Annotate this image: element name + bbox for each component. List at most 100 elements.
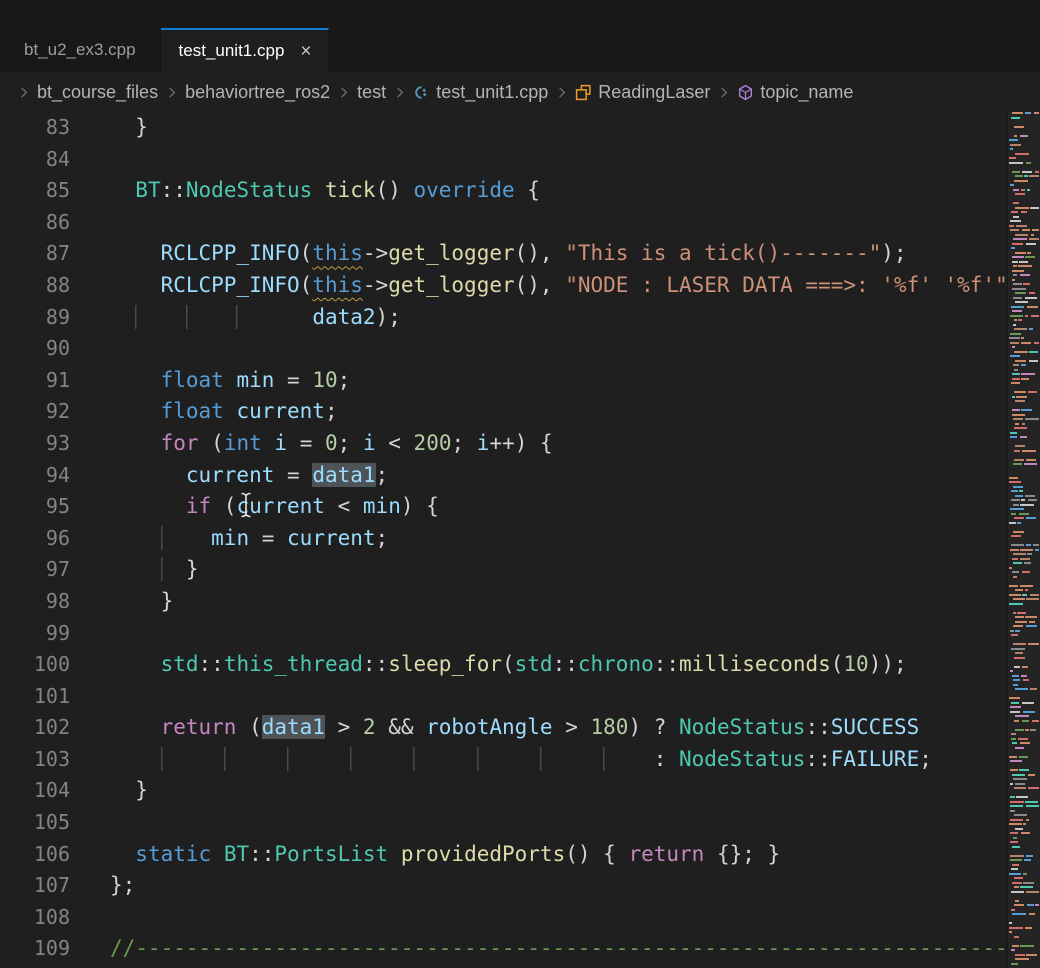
code-line[interactable]: 85 BT::NodeStatus tick() override { (0, 175, 1040, 207)
breadcrumb-item-file[interactable]: test_unit1.cpp (413, 82, 548, 103)
minimap-line (1008, 567, 1040, 569)
code-text: if (current < min) { (110, 491, 439, 523)
minimap-token (1021, 832, 1030, 834)
tab-bt-u2-ex3[interactable]: bt_u2_ex3.cpp (0, 28, 161, 72)
tab-test-unit1[interactable]: test_unit1.cpp × (161, 28, 329, 72)
code-line[interactable]: 101 (0, 681, 1040, 713)
line-number[interactable]: 90 (0, 333, 70, 365)
code-text: //--------------------------------------… (110, 933, 1040, 965)
code-line[interactable]: 105 (0, 807, 1040, 839)
code-line[interactable]: 86 (0, 207, 1040, 239)
minimap-line (1008, 432, 1040, 434)
minimap-line (1008, 342, 1040, 344)
minimap-token (1028, 787, 1039, 789)
breadcrumb-item-bt-course-files[interactable]: bt_course_files (37, 82, 158, 103)
line-number[interactable]: 107 (0, 870, 70, 902)
minimap[interactable] (1007, 112, 1040, 968)
breadcrumb-label: test_unit1.cpp (436, 82, 548, 103)
line-number[interactable]: 88 (0, 270, 70, 302)
code-line[interactable]: 108 (0, 902, 1040, 934)
breadcrumb-item-class[interactable]: ReadingLaser (575, 82, 710, 103)
minimap-token (1012, 270, 1024, 272)
minimap-token (1023, 873, 1027, 875)
line-number[interactable]: 96 (0, 523, 70, 555)
line-number[interactable]: 102 (0, 712, 70, 744)
minimap-token (1014, 369, 1018, 371)
minimap-token (1014, 720, 1019, 722)
code-line[interactable]: 102 return (data1 > 2 && robotAngle > 18… (0, 712, 1040, 744)
line-number[interactable]: 109 (0, 933, 70, 965)
breadcrumb-item-symbol[interactable]: topic_name (737, 82, 853, 103)
code-line[interactable]: 109 //-----------------------------------… (0, 933, 1040, 965)
code-line[interactable]: 83 } (0, 112, 1040, 144)
line-number[interactable]: 84 (0, 144, 70, 176)
minimap-line (1008, 958, 1040, 960)
code-line[interactable]: 97 } (0, 554, 1040, 586)
minimap-token (1010, 220, 1021, 222)
code-text: std::this_thread::sleep_for(std::chrono:… (110, 649, 907, 681)
minimap-token (1021, 211, 1027, 213)
code-line[interactable]: 95 if (current < min) { (0, 491, 1040, 523)
code-line[interactable]: 90 (0, 333, 1040, 365)
code-line[interactable]: 87 RCLCPP_INFO(this->get_logger(), "This… (0, 238, 1040, 270)
line-number[interactable]: 94 (0, 460, 70, 492)
code-line[interactable]: 99 (0, 618, 1040, 650)
line-number[interactable]: 104 (0, 775, 70, 807)
line-number[interactable]: 85 (0, 175, 70, 207)
minimap-token (1015, 783, 1025, 785)
minimap-token (1012, 112, 1023, 114)
line-number[interactable]: 89 (0, 302, 70, 334)
code-line[interactable]: 98 } (0, 586, 1040, 618)
code-line[interactable]: 88 RCLCPP_INFO(this->get_logger(), "NODE… (0, 270, 1040, 302)
line-number[interactable]: 106 (0, 839, 70, 871)
code-editor[interactable]: 83 }8485 BT::NodeStatus tick() override … (0, 112, 1040, 968)
line-number[interactable]: 86 (0, 207, 70, 239)
line-number[interactable]: 93 (0, 428, 70, 460)
minimap-token (1012, 346, 1015, 348)
line-number[interactable]: 91 (0, 365, 70, 397)
breadcrumb-item-test[interactable]: test (357, 82, 386, 103)
minimap-token (1009, 873, 1021, 875)
code-line[interactable]: 104 } (0, 775, 1040, 807)
line-number[interactable]: 95 (0, 491, 70, 523)
code-line[interactable]: 94 current = data1; (0, 460, 1040, 492)
code-line[interactable]: 100 std::this_thread::sleep_for(std::chr… (0, 649, 1040, 681)
minimap-token (1013, 837, 1017, 839)
minimap-line (1008, 891, 1040, 893)
minimap-line (1008, 279, 1040, 281)
code-line[interactable]: 103 : NodeStatus::FAILURE; (0, 744, 1040, 776)
line-number[interactable]: 92 (0, 396, 70, 428)
minimap-token (1015, 207, 1029, 209)
code-line[interactable]: 96 min = current; (0, 523, 1040, 555)
minimap-token (1025, 927, 1032, 929)
line-number[interactable]: 105 (0, 807, 70, 839)
close-icon[interactable]: × (300, 42, 311, 61)
minimap-token (1009, 337, 1020, 339)
code-line[interactable]: 107}; (0, 870, 1040, 902)
code-line[interactable]: 84 (0, 144, 1040, 176)
line-number[interactable]: 101 (0, 681, 70, 713)
minimap-line (1008, 706, 1040, 708)
minimap-token (1010, 859, 1022, 861)
line-number[interactable]: 83 (0, 112, 70, 144)
minimap-line (1008, 715, 1040, 717)
line-number[interactable]: 98 (0, 586, 70, 618)
minimap-token (1011, 513, 1016, 515)
code-line[interactable]: 89 data2); (0, 302, 1040, 334)
line-number[interactable]: 108 (0, 902, 70, 934)
line-number[interactable]: 97 (0, 554, 70, 586)
code-line[interactable]: 106 static BT::PortsList providedPorts()… (0, 839, 1040, 871)
minimap-token (1015, 495, 1023, 497)
code-line[interactable]: 91 float min = 10; (0, 365, 1040, 397)
minimap-line (1008, 796, 1040, 798)
breadcrumb-item-behaviortree-ros2[interactable]: behaviortree_ros2 (185, 82, 330, 103)
minimap-token (1024, 859, 1031, 861)
code-text: } (110, 554, 199, 586)
line-number[interactable]: 87 (0, 238, 70, 270)
code-line[interactable]: 92 float current; (0, 396, 1040, 428)
line-number[interactable]: 103 (0, 744, 70, 776)
code-line[interactable]: 93 for (int i = 0; i < 200; i++) { (0, 428, 1040, 460)
line-number[interactable]: 100 (0, 649, 70, 681)
line-number[interactable]: 99 (0, 618, 70, 650)
minimap-token (1023, 711, 1035, 713)
